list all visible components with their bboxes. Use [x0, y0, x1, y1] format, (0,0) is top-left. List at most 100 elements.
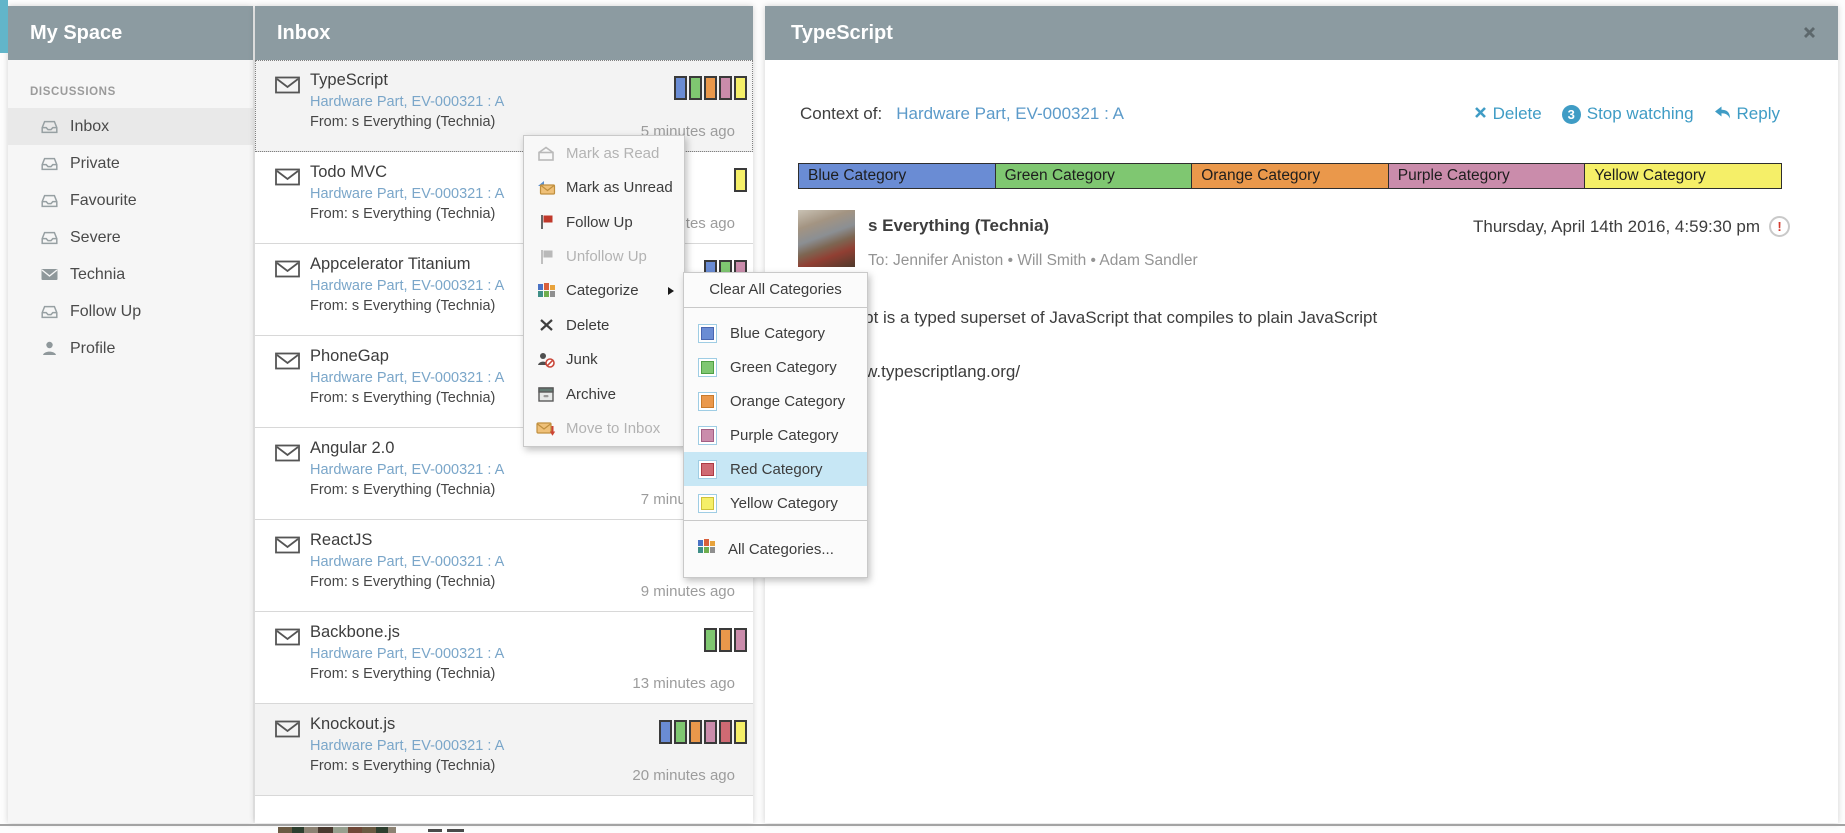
msg-envelope-icon [275, 444, 300, 467]
category-chip-green [704, 628, 717, 652]
category-swatch-fill [701, 327, 714, 340]
submenu-item-label: Purple Category [730, 427, 838, 444]
mark-read-icon [536, 146, 556, 161]
category-banner-yellow[interactable]: Yellow Category [1585, 164, 1781, 188]
menu-item-delete[interactable]: Delete [524, 308, 684, 342]
archive-icon [536, 387, 556, 402]
submenu-item-label: Red Category [730, 461, 823, 478]
follow-up-icon [536, 214, 556, 230]
menu-item-mark-as-read: Mark as Read [524, 136, 684, 170]
msg-envelope-icon [275, 536, 300, 559]
message-title: ReactJS [310, 531, 372, 550]
category-banner-green[interactable]: Green Category [996, 164, 1193, 188]
x-icon [1474, 104, 1487, 124]
message-date-text: Thursday, April 14th 2016, 4:59:30 pm [1473, 217, 1760, 237]
category-chip-orange [704, 76, 717, 100]
sidebar-item-profile[interactable]: Profile [8, 330, 253, 367]
menu-item-mark-as-unread[interactable]: Mark as Unread [524, 170, 684, 204]
all-categories-item[interactable]: All Categories... [684, 521, 867, 577]
recipients-line: To: Jennifer Aniston • Will Smith • Adam… [868, 252, 1198, 270]
sidebar-item-private[interactable]: Private [8, 145, 253, 182]
sidebar-item-favourite[interactable]: Favourite [8, 182, 253, 219]
clear-all-categories-item[interactable]: Clear All Categories [684, 273, 867, 307]
action-reply[interactable]: Reply [1714, 104, 1780, 124]
sidebar-item-label: Severe [70, 229, 121, 247]
sidebar-item-label: Technia [70, 266, 125, 284]
context-of-label: Context of: [800, 104, 882, 124]
category-submenu: Clear All Categories Blue CategoryGreen … [683, 272, 868, 578]
count-badge: 3 [1562, 105, 1581, 124]
menu-item-label: Archive [566, 386, 616, 403]
action-delete[interactable]: Delete [1474, 104, 1542, 124]
message-timestamp: 20 minutes ago [632, 767, 735, 784]
sidebar-item-severe[interactable]: Severe [8, 219, 253, 256]
message-date: Thursday, April 14th 2016, 4:59:30 pm ! [1473, 216, 1790, 237]
discussions-section-label: DISCUSSIONS [30, 86, 253, 98]
submenu-item-green-category[interactable]: Green Category [684, 350, 867, 384]
category-swatch-fill [701, 463, 714, 476]
category-chip-yellow [734, 720, 747, 744]
message-context-link[interactable]: Hardware Part, EV-000321 : A [310, 554, 504, 570]
close-icon[interactable] [1803, 6, 1816, 60]
message-row-reactjs[interactable]: ReactJSHardware Part, EV-000321 : AFrom:… [255, 520, 753, 612]
menu-item-label: Junk [566, 351, 598, 368]
submenu-arrow-icon [668, 287, 674, 295]
context-row: Context of: Hardware Part, EV-000321 : A… [800, 104, 1780, 124]
message-row-backbone-js[interactable]: Backbone.jsHardware Part, EV-000321 : AF… [255, 612, 753, 704]
message-timestamp: 13 minutes ago [632, 675, 735, 692]
submenu-item-yellow-category[interactable]: Yellow Category [684, 486, 867, 520]
category-banner-blue[interactable]: Blue Category [799, 164, 996, 188]
junk-icon [536, 352, 556, 368]
envelope-filled-icon [40, 268, 58, 281]
sidebar-item-technia[interactable]: Technia [8, 256, 253, 293]
menu-item-archive[interactable]: Archive [524, 377, 684, 411]
menu-item-label: Follow Up [566, 214, 633, 231]
action-stop-watching[interactable]: 3Stop watching [1562, 104, 1694, 124]
sidebar-item-follow-up[interactable]: Follow Up [8, 293, 253, 330]
message-title: Backbone.js [310, 623, 400, 642]
context-object-link[interactable]: Hardware Part, EV-000321 : A [896, 104, 1124, 124]
category-chips [659, 720, 747, 744]
message-context-link[interactable]: Hardware Part, EV-000321 : A [310, 94, 504, 110]
message-title: Todo MVC [310, 163, 387, 182]
category-swatch-fill [701, 361, 714, 374]
message-title: Appcelerator Titanium [310, 255, 471, 274]
message-context-link[interactable]: Hardware Part, EV-000321 : A [310, 462, 504, 478]
message-context-link[interactable]: Hardware Part, EV-000321 : A [310, 186, 504, 202]
msg-envelope-icon [275, 168, 300, 191]
submenu-item-orange-category[interactable]: Orange Category [684, 384, 867, 418]
inbox-panel-title: Inbox [255, 6, 753, 60]
move-to-inbox-icon [536, 421, 556, 437]
categorize-icon [536, 283, 556, 298]
tray-icon [40, 193, 58, 208]
msg-envelope-icon [275, 720, 300, 743]
message-row-knockout-js[interactable]: Knockout.jsHardware Part, EV-000321 : AF… [255, 704, 753, 796]
submenu-item-purple-category[interactable]: Purple Category [684, 418, 867, 452]
menu-item-follow-up[interactable]: Follow Up [524, 205, 684, 239]
message-context-link[interactable]: Hardware Part, EV-000321 : A [310, 738, 504, 754]
category-banner-label: Orange Category [1192, 167, 1320, 185]
sidebar-item-label: Follow Up [70, 303, 141, 321]
message-row-partial [255, 796, 753, 823]
submenu-item-blue-category[interactable]: Blue Category [684, 316, 867, 350]
tray-icon [40, 119, 58, 134]
menu-item-junk[interactable]: Junk [524, 343, 684, 377]
message-title: Knockout.js [310, 715, 395, 734]
mark-unread-icon [536, 180, 556, 195]
category-chip-orange [719, 628, 732, 652]
category-banner-purple[interactable]: Purple Category [1389, 164, 1586, 188]
sidebar-item-label: Favourite [70, 192, 137, 210]
message-context-link[interactable]: Hardware Part, EV-000321 : A [310, 370, 504, 386]
category-swatch-yellow [698, 494, 717, 513]
page-bottom-edge [0, 824, 1845, 826]
sidebar-item-inbox[interactable]: Inbox [8, 108, 253, 145]
menu-item-categorize[interactable]: Categorize [524, 274, 684, 308]
category-swatch-green [698, 358, 717, 377]
category-banner-orange[interactable]: Orange Category [1192, 164, 1389, 188]
message-context-link[interactable]: Hardware Part, EV-000321 : A [310, 646, 504, 662]
submenu-item-red-category[interactable]: Red Category [684, 452, 867, 486]
importance-icon: ! [1769, 216, 1790, 237]
category-swatch-purple [698, 426, 717, 445]
message-context-link[interactable]: Hardware Part, EV-000321 : A [310, 278, 504, 294]
sender-name: s Everything (Technia) [868, 216, 1049, 236]
